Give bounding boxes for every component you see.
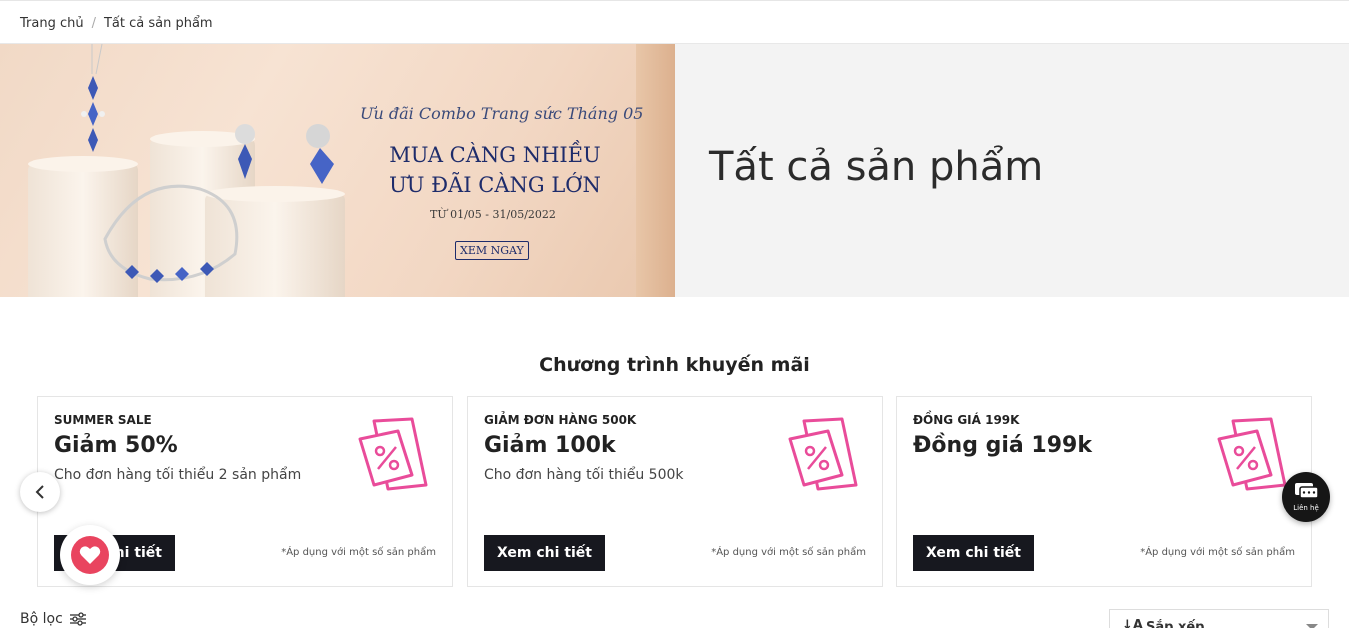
promo-card: ĐỒNG GIÁ 199K Đồng giá 199k Xem chi tiết… [896, 396, 1312, 587]
promo-card-heading: Đồng giá 199k [913, 433, 1092, 458]
banner-headline: MUA CÀNG NHIỀU ƯU ĐÃI CÀNG LỚN [380, 140, 610, 200]
page-title: Tất cả sản phẩm [709, 144, 1044, 190]
view-details-button[interactable]: Xem chi tiết [484, 535, 605, 571]
promo-card-tag: SUMMER SALE [54, 413, 152, 427]
filter-label: Bộ lọc [20, 611, 63, 627]
promo-card-tag: GIẢM ĐƠN HÀNG 500K [484, 413, 637, 427]
jewelry-illustration [81, 44, 334, 283]
chat-label: Liên hệ [1293, 504, 1319, 512]
promo-card: GIẢM ĐƠN HÀNG 500K Giảm 100k Cho đơn hàn… [467, 396, 883, 587]
favorites-badge [71, 536, 109, 574]
filter-toggle[interactable]: Bộ lọc [20, 611, 87, 627]
promo-card-description: Cho đơn hàng tối thiểu 500k [484, 467, 684, 483]
promo-card-note: *Áp dụng với một số sản phẩm [281, 547, 436, 558]
contact-chat-button[interactable]: Liên hệ [1282, 472, 1330, 522]
heart-icon [79, 546, 101, 564]
promo-card-tag: ĐỒNG GIÁ 199K [913, 413, 1020, 427]
banner-headline-line2: ƯU ĐÃI CÀNG LỚN [389, 173, 601, 197]
breadcrumb-current: Tất cả sản phẩm [103, 15, 213, 31]
sliders-icon [69, 612, 86, 626]
promo-card-note: *Áp dụng với một số sản phẩm [711, 547, 866, 558]
breadcrumb-separator: / [91, 15, 96, 31]
chevron-left-icon [35, 485, 44, 499]
promo-card-heading: Giảm 100k [484, 433, 616, 458]
banner-edge-decoration [636, 44, 675, 297]
favorites-button[interactable] [60, 525, 120, 585]
chat-bubble-icon [1295, 483, 1319, 499]
banner-script-text: Ưu đãi Combo Trang sức Tháng 05 [360, 104, 644, 123]
banner-cta-button[interactable]: XEM NGAY [455, 241, 529, 260]
coupon-percent-icon [788, 417, 858, 491]
chevron-down-icon [1306, 624, 1318, 628]
promo-card-heading: Giảm 50% [54, 433, 178, 458]
breadcrumb-home-link[interactable]: Trang chủ [20, 16, 84, 31]
banner-headline-line1: MUA CÀNG NHIỀU [389, 143, 601, 167]
promo-card-note: *Áp dụng với một số sản phẩm [1140, 547, 1295, 558]
breadcrumb: Trang chủ / Tất cả sản phẩm [0, 3, 1349, 44]
promo-card-description: Cho đơn hàng tối thiểu 2 sản phẩm [54, 467, 302, 483]
carousel-prev-button[interactable] [20, 472, 60, 512]
sort-label: Sắp xếp [1146, 620, 1205, 628]
promotions-title: Chương trình khuyến mãi [539, 354, 810, 376]
promo-banner-image[interactable]: Ưu đãi Combo Trang sức Tháng 05 MUA CÀNG… [0, 44, 675, 297]
coupon-percent-icon [358, 417, 428, 491]
sort-select[interactable]: ↓A Sắp xếp [1109, 609, 1329, 628]
view-details-button[interactable]: Xem chi tiết [913, 535, 1034, 571]
sort-icon: ↓A [1122, 618, 1143, 628]
collection-hero: Ưu đãi Combo Trang sức Tháng 05 MUA CÀNG… [0, 44, 1349, 297]
banner-date-range: TỪ 01/05 - 31/05/2022 [430, 208, 556, 221]
